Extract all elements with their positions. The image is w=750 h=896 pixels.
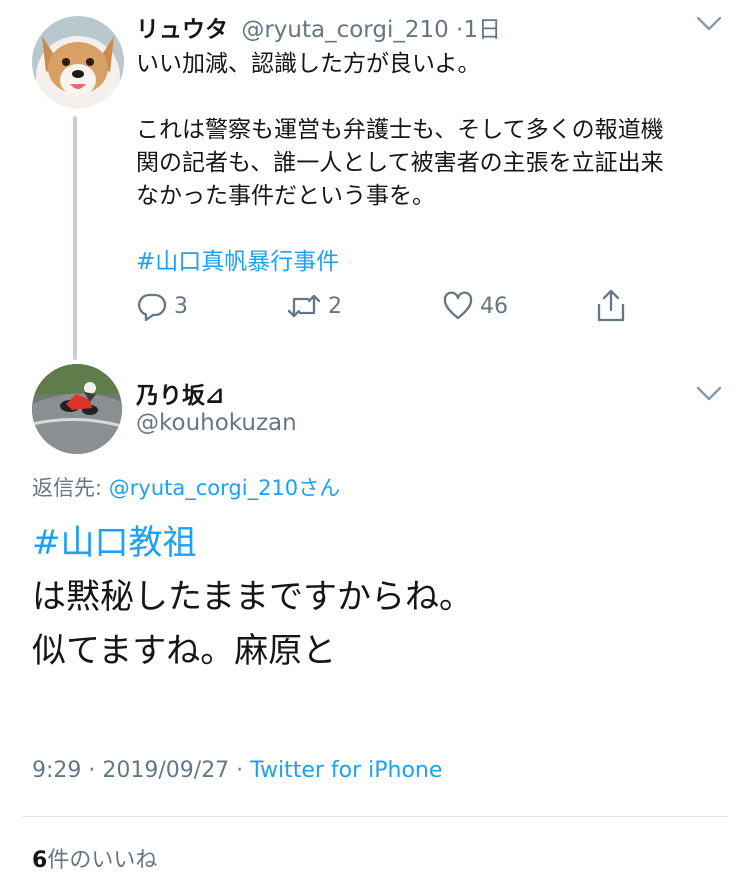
tweet-timestamp: 9:29 · 2019/09/27 · — [32, 758, 251, 783]
divider — [22, 816, 728, 817]
tweet1-header: リュウタ @ryuta_corgi_210 ·1日 — [136, 10, 501, 44]
reply-to-line: 返信先: @ryuta_corgi_210さん — [32, 472, 340, 502]
chevron-down-icon — [696, 16, 722, 31]
retweet-count: 2 — [328, 293, 342, 319]
motorcycle-avatar-image — [32, 364, 122, 454]
tweet2-line2: 似てますね。麻原と — [32, 631, 337, 671]
tweet1-line1: いい加減、認識した方が良いよ。 — [136, 51, 481, 77]
heart-icon — [443, 291, 473, 320]
reply-icon — [137, 293, 167, 322]
tweet1-para2-line3: なかった事件だという事を。 — [136, 183, 435, 209]
reply-button[interactable]: 3 — [136, 290, 188, 322]
avatar-kouhokuzan[interactable] — [32, 364, 122, 454]
tweet-source-link[interactable]: Twitter for iPhone — [250, 758, 442, 783]
tweet1-body: いい加減、認識した方が良いよ。 これは警察も運営も弁護士も、そして多くの報道機 … — [136, 48, 736, 279]
likes-label: 件のいいね — [47, 848, 158, 873]
retweet-button[interactable]: 2 — [286, 290, 342, 322]
avatar-ryuta[interactable] — [32, 16, 124, 108]
tweet1-para2-line1: これは警察も運営も弁護士も、そして多くの報道機 — [136, 117, 664, 143]
tweet-time[interactable]: ·1日 — [456, 17, 501, 43]
tweet1-para2-line2: 関の記者も、誰一人として被害者の主張を立証出来 — [136, 150, 664, 176]
likes-summary[interactable]: 6件のいいね — [32, 842, 157, 874]
thread-connector-line — [73, 116, 77, 360]
like-button[interactable]: 46 — [442, 290, 508, 322]
share-icon — [597, 289, 625, 322]
retweet-icon — [287, 294, 321, 318]
tweet2-body: #山口教祖 は黙秘したままですからね。 似てますね。麻原と — [32, 516, 732, 678]
tweet2-meta: 9:29 · 2019/09/27 · Twitter for iPhone — [32, 758, 442, 783]
display-name-kouhokuzan[interactable]: 乃り坂⊿ — [136, 376, 224, 410]
reply-to-handle[interactable]: @ryuta_corgi_210 — [109, 476, 298, 500]
display-name[interactable]: リュウタ — [136, 17, 228, 43]
reply-to-suffix[interactable]: さん — [298, 476, 340, 500]
tweet2-hashtag[interactable]: #山口教祖 — [32, 516, 732, 570]
reply-to-label: 返信先: — [32, 476, 109, 500]
user-handle-kouhokuzan[interactable]: @kouhokuzan — [136, 410, 297, 436]
tweet2-line1: は黙秘したままですからね。 — [32, 577, 473, 617]
tweet1-more-button[interactable] — [694, 14, 724, 34]
corgi-avatar-image — [32, 16, 124, 108]
tweet1-hashtag[interactable]: #山口真帆暴行事件 — [136, 246, 736, 279]
likes-count: 6 — [32, 848, 48, 873]
reply-count: 3 — [174, 293, 188, 319]
user-handle[interactable]: @ryuta_corgi_210 — [241, 17, 448, 43]
like-count: 46 — [480, 293, 508, 319]
tweet2-more-button[interactable] — [694, 384, 724, 404]
chevron-down-icon — [696, 386, 722, 401]
share-button[interactable] — [594, 288, 628, 324]
